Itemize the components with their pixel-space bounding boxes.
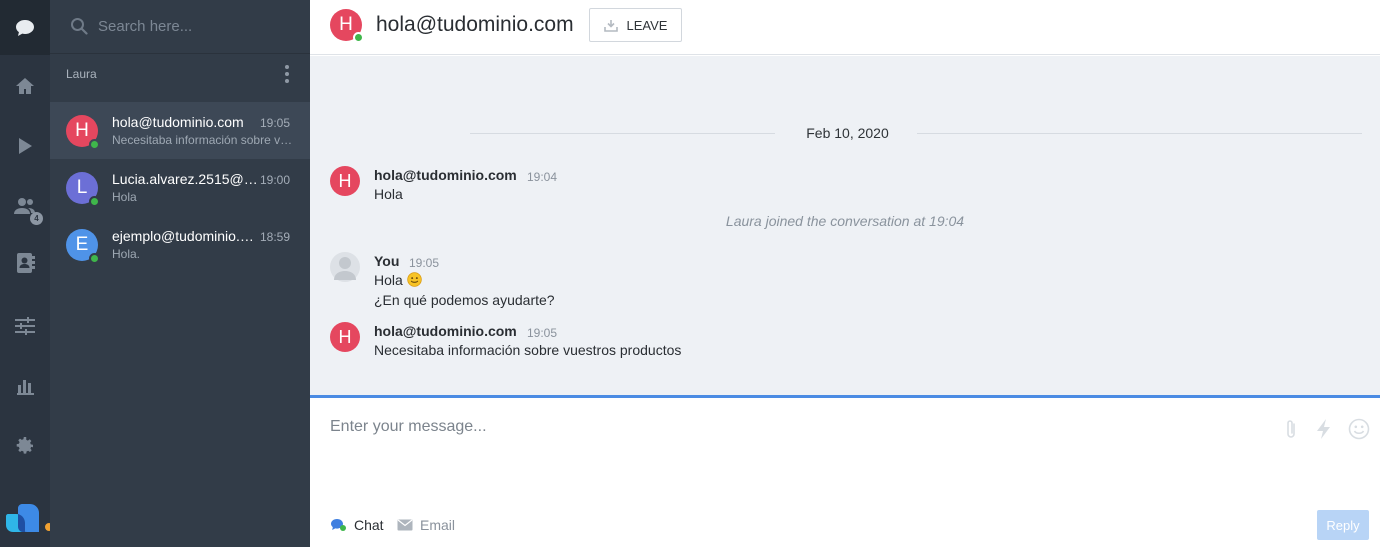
contacts-icon	[17, 252, 35, 273]
message-thread: Feb 10, 2020 H hola@tudominio.com 19:04 …	[310, 56, 1380, 395]
date-separator: Feb 10, 2020	[310, 124, 1380, 144]
conversation-time: 18:59	[260, 230, 291, 244]
default-avatar-icon	[334, 257, 356, 280]
paperclip-icon	[1287, 420, 1295, 438]
conversation-preview: Hola	[112, 190, 137, 204]
message-input[interactable]	[330, 412, 1230, 442]
conversation-title: hola@tudominio.com	[376, 13, 574, 36]
visitors-count-badge: 4	[30, 212, 43, 225]
email-mode-label: Email	[420, 517, 456, 533]
reply-button[interactable]: Reply	[1317, 510, 1369, 540]
avatar	[330, 252, 360, 282]
email-mode-tab[interactable]: Email	[397, 517, 455, 533]
message-text: Hola	[374, 272, 422, 288]
online-status-dot	[89, 196, 100, 207]
rail-item-chats[interactable]	[0, 0, 50, 55]
conversation-preview: Necesitaba información sobre vuestros pr…	[112, 133, 297, 147]
leave-icon	[603, 19, 618, 32]
play-icon	[19, 137, 32, 154]
conversation-name: Lucia.alvarez.2515@gmail.com	[112, 171, 260, 187]
message-author: hola@tudominio.com	[374, 167, 517, 183]
home-icon	[16, 77, 34, 94]
agent-name: Laura	[66, 67, 97, 81]
message-text: Hola	[374, 186, 403, 202]
smiley-icon	[1348, 418, 1370, 440]
attach-button[interactable]	[1284, 418, 1298, 440]
message-author: You	[374, 253, 400, 269]
rail-item-home[interactable]	[0, 58, 50, 113]
conversation-item-3[interactable]: E ejemplo@tudominio.com 18:59 Hola.	[50, 216, 310, 273]
chat-bubble-icon	[16, 19, 34, 36]
quick-replies-button[interactable]	[1315, 418, 1333, 440]
online-status-dot	[89, 253, 100, 264]
smiley-emoji-icon	[406, 272, 422, 287]
rail-item-reports[interactable]	[0, 358, 50, 413]
conversation-header: H hola@tudominio.com LEAVE	[310, 0, 1380, 55]
message-time: 19:05	[527, 326, 558, 340]
conversation-item-2[interactable]: L Lucia.alvarez.2515@gmail.com 19:00 Hol…	[50, 159, 310, 216]
gear-icon	[16, 436, 33, 454]
conversation-time: 19:05	[260, 116, 291, 130]
online-status-dot	[89, 139, 100, 150]
rail-item-settings-sliders[interactable]	[0, 298, 50, 353]
message-text: Necesitaba información sobre vuestros pr…	[374, 342, 682, 358]
bar-chart-icon	[17, 379, 34, 395]
agent-section-header: Laura	[50, 55, 310, 93]
search-icon	[71, 18, 88, 35]
conversation-preview: Hola.	[112, 247, 141, 261]
rail-item-visitors[interactable]	[0, 178, 50, 233]
message-time: 19:05	[409, 256, 440, 270]
rail-item-play[interactable]	[0, 118, 50, 173]
leave-button[interactable]: LEAVE	[589, 8, 682, 42]
lightning-icon	[1317, 419, 1330, 439]
date-label: Feb 10, 2020	[806, 125, 889, 141]
nav-rail: 4	[0, 0, 55, 547]
avatar: H	[330, 166, 360, 196]
system-note: Laura joined the conversation at 19:04	[725, 213, 965, 229]
search-bar	[50, 0, 310, 54]
chat-mode-label: Chat	[354, 517, 384, 533]
brand-logo-icon[interactable]	[5, 502, 41, 534]
conversation-name: ejemplo@tudominio.com	[112, 228, 260, 244]
envelope-icon	[397, 519, 413, 531]
message-text: ¿En qué podemos ayudarte?	[374, 292, 555, 308]
search-input[interactable]	[98, 14, 293, 38]
chat-icon	[331, 519, 346, 531]
conversation-time: 19:00	[260, 173, 291, 187]
leave-label: LEAVE	[626, 17, 668, 33]
sliders-icon	[15, 316, 35, 335]
emoji-button[interactable]	[1348, 418, 1370, 440]
conversation-name: hola@tudominio.com	[112, 114, 244, 130]
conversation-item-1[interactable]: H hola@tudominio.com 19:05 Necesitaba in…	[50, 102, 310, 159]
conversation-list-panel: Laura H hola@tudominio.com 19:05 Necesit…	[50, 0, 310, 547]
rail-item-contacts[interactable]	[0, 235, 50, 290]
message-author: hola@tudominio.com	[374, 323, 517, 339]
online-status-dot	[353, 32, 364, 43]
message-time: 19:04	[527, 170, 558, 184]
avatar: H	[330, 322, 360, 352]
rail-item-settings[interactable]	[0, 418, 50, 473]
chat-mode-tab[interactable]: Chat	[330, 517, 384, 533]
message-composer: Chat Email Reply	[310, 395, 1380, 547]
more-options-icon[interactable]	[282, 65, 292, 83]
